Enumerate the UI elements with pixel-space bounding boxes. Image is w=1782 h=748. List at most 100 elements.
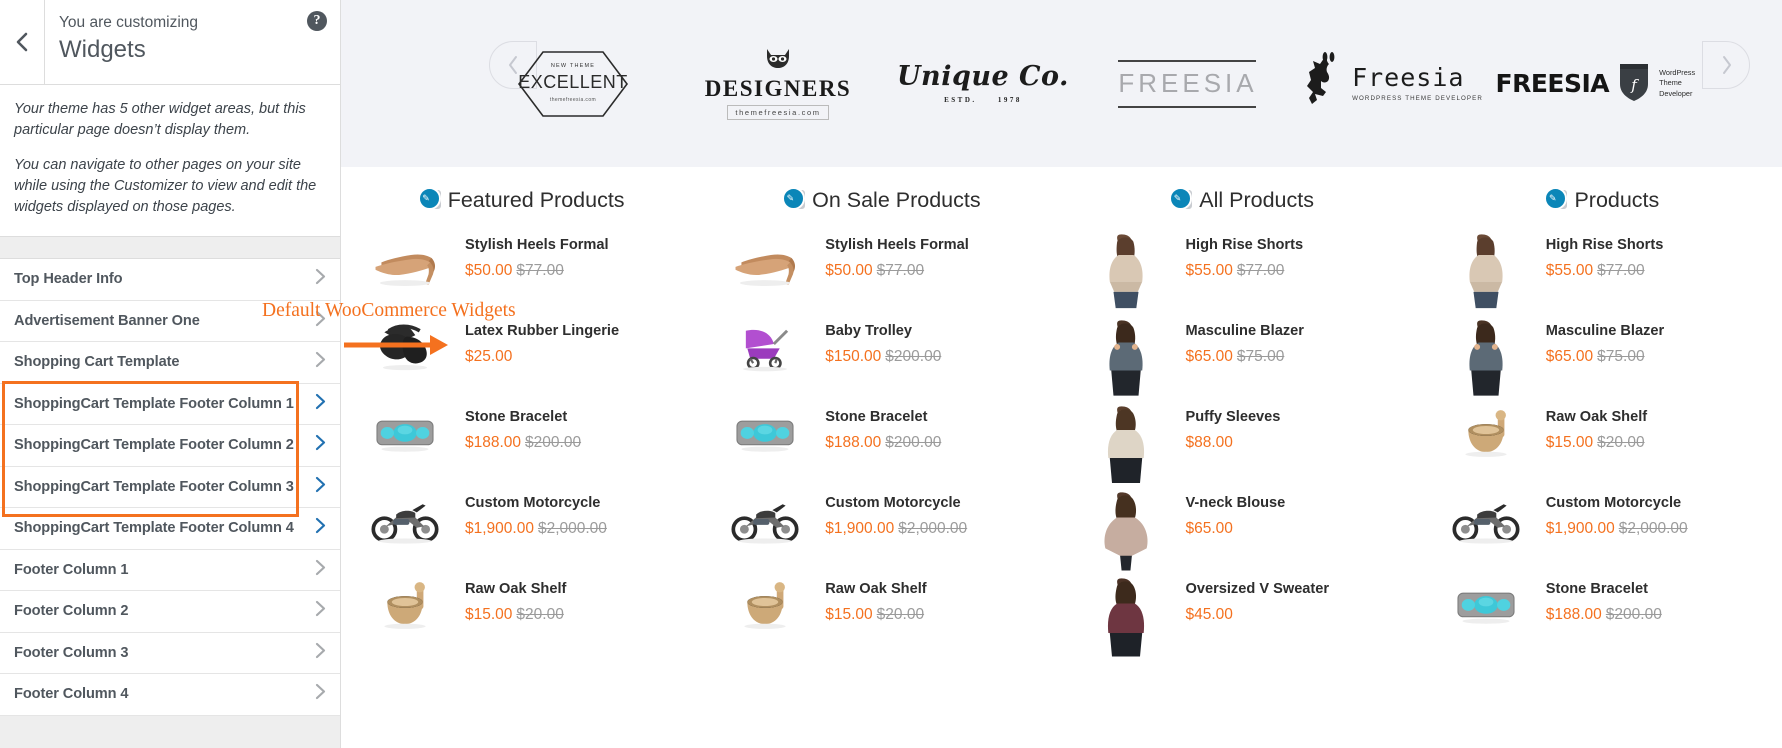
back-button[interactable]	[0, 0, 45, 84]
product-old-price: $77.00	[516, 261, 564, 279]
logo-estd-year: 1978	[997, 96, 1022, 105]
widget-title: All Products	[1199, 188, 1314, 212]
product-name: Puffy Sleeves	[1185, 409, 1281, 425]
model-blouse-image[interactable]	[1076, 488, 1176, 572]
logo-main-text: DESIGNERS	[704, 75, 852, 101]
notice-paragraph-1: Your theme has 5 other widget areas, but…	[14, 101, 306, 139]
sidebar-item-shoppingcart-footer-column-3[interactable]: ShoppingCart Template Footer Column 3	[0, 466, 340, 509]
stroller-image[interactable]	[715, 316, 815, 400]
motorcycle-image[interactable]	[355, 488, 455, 572]
sidebar-item-shoppingcart-footer-column-4[interactable]: ShoppingCart Template Footer Column 4	[0, 508, 340, 550]
product-row[interactable]: Raw Oak Shelf $15.00 $20.00	[1436, 402, 1774, 488]
hexagon-badge-icon: NEW THEME EXCELLENT themefreesia.com	[515, 48, 631, 120]
annotation-arrow-icon	[344, 335, 448, 355]
product-row[interactable]: Raw Oak Shelf $15.00 $20.00	[355, 574, 693, 660]
product-name: Custom Motorcycle	[825, 495, 961, 511]
brand-logo-designers[interactable]: DESIGNERS themefreesia.com	[676, 29, 881, 139]
chevron-right-icon	[1722, 56, 1731, 74]
customizer-sidebar: You are customizing Widgets ? Your theme…	[0, 0, 341, 748]
model-beige-image[interactable]	[1076, 230, 1176, 314]
product-row[interactable]: Puffy Sleeves $88.00	[1076, 402, 1414, 488]
widget-column: ✎ Featured Products Stylish Heels Formal $5…	[341, 187, 701, 748]
product-name: Stylish Heels Formal	[465, 237, 609, 253]
sidebar-item-footer-column-1[interactable]: Footer Column 1	[0, 549, 340, 592]
brand-logo-freesia-shield[interactable]: FREESIA f WordPress Theme Developer	[1496, 29, 1701, 139]
logo-main-text: EXCELLENT	[518, 71, 628, 92]
brand-logo-unique-co[interactable]: Unique Co. ESTD. 1978	[881, 29, 1086, 139]
motorcycle-image[interactable]	[1436, 488, 1536, 572]
mortar-image[interactable]	[355, 574, 455, 658]
product-list: Stylish Heels Formal $50.00 $77.00 Baby Tro…	[709, 230, 1053, 660]
mortar-image[interactable]	[1436, 402, 1536, 486]
bracelet-image[interactable]	[1436, 574, 1536, 658]
product-row[interactable]: V-neck Blouse $65.00	[1076, 488, 1414, 574]
edit-shortcut-icon[interactable]: ✎	[1169, 187, 1196, 214]
sidebar-item-label: Footer Column 1	[14, 561, 129, 578]
product-row[interactable]: Raw Oak Shelf $15.00 $20.00	[715, 574, 1053, 660]
carousel-next-button[interactable]	[1702, 41, 1750, 89]
product-row[interactable]: Custom Motorcycle $1,900.00 $2,000.00	[1436, 488, 1774, 574]
product-row[interactable]: Custom Motorcycle $1,900.00 $2,000.00	[715, 488, 1053, 574]
sidebar-item-label: Footer Column 2	[14, 603, 129, 620]
heels-image[interactable]	[715, 230, 815, 314]
product-row[interactable]: Custom Motorcycle $1,900.00 $2,000.00	[355, 488, 693, 574]
bracelet-image[interactable]	[355, 402, 455, 486]
chevron-right-icon	[315, 683, 326, 705]
woocommerce-widget-group: ShoppingCart Template Footer Column 1 Sh…	[0, 380, 340, 550]
product-current-price: $65.00	[1185, 347, 1233, 365]
product-row[interactable]: High Rise Shorts $55.00 $77.00	[1436, 230, 1774, 316]
product-price: $15.00 $20.00	[465, 606, 566, 624]
edit-shortcut-icon[interactable]: ✎	[1544, 187, 1571, 214]
model-maroon-image[interactable]	[1076, 574, 1176, 658]
motorcycle-image[interactable]	[715, 488, 815, 572]
product-price: $88.00	[1186, 434, 1281, 452]
sidebar-item-shoppingcart-footer-column-2[interactable]: ShoppingCart Template Footer Column 2	[0, 425, 340, 467]
edit-shortcut-icon[interactable]: ✎	[782, 187, 809, 214]
product-row[interactable]: Masculine Blazer $65.00 $75.00	[1436, 316, 1774, 402]
product-list: High Rise Shorts $55.00 $77.00 Masculine Bl…	[1430, 230, 1774, 660]
chevron-left-icon	[16, 32, 28, 52]
logo-bottom-text: themefreesia.com	[727, 105, 829, 121]
product-row[interactable]: Stone Bracelet $188.00 $200.00	[1436, 574, 1774, 660]
footer-widget-columns: ✎ Featured Products Stylish Heels Formal $5…	[341, 167, 1782, 748]
logo-top-text: NEW THEME	[550, 62, 596, 69]
sidebar-item-footer-column-3[interactable]: Footer Column 3	[0, 632, 340, 675]
bracelet-image[interactable]	[715, 402, 815, 486]
widget-header: ✎ On Sale Products	[709, 187, 1053, 214]
mortar-image[interactable]	[715, 574, 815, 658]
product-price: $1,900.00 $2,000.00	[825, 520, 967, 538]
edit-shortcut-icon[interactable]: ✎	[417, 187, 445, 214]
brand-logo-freesia-lines[interactable]: FREESIA	[1086, 29, 1291, 139]
widget-title: Products	[1574, 188, 1660, 212]
product-row[interactable]: Masculine Blazer $65.00 $75.00	[1076, 316, 1414, 402]
product-name: Stone Bracelet	[1545, 581, 1648, 597]
sidebar-item-label: ShoppingCart Template Footer Column 3	[14, 478, 294, 495]
brand-logo-carousel: NEW THEME EXCELLENT themefreesia.com DES…	[341, 0, 1782, 167]
product-row[interactable]: High Rise Shorts $55.00 $77.00	[1076, 230, 1414, 316]
sidebar-item-shoppingcart-footer-column-1[interactable]: ShoppingCart Template Footer Column 1	[0, 383, 340, 426]
sidebar-item-footer-column-2[interactable]: Footer Column 2	[0, 591, 340, 633]
chevron-right-icon	[315, 434, 326, 456]
model-gray-image[interactable]	[1076, 316, 1176, 400]
product-price: $50.00 $77.00	[465, 262, 609, 280]
product-name: High Rise Shorts	[1185, 237, 1304, 253]
sidebar-item-shopping-cart-template[interactable]: Shopping Cart Template	[0, 342, 340, 384]
help-icon[interactable]: ?	[307, 11, 327, 31]
product-name: Baby Trolley	[825, 323, 913, 339]
product-row[interactable]: Stone Bracelet $188.00 $200.00	[355, 402, 693, 488]
sidebar-item-label: Top Header Info	[14, 271, 123, 288]
product-row[interactable]: Oversized V Sweater $45.00	[1076, 574, 1414, 660]
product-row[interactable]: Stylish Heels Formal $50.00 $77.00	[715, 230, 1053, 316]
product-price: $188.00 $200.00	[465, 434, 581, 452]
model-cream-image[interactable]	[1076, 402, 1176, 486]
product-price: $15.00 $20.00	[1546, 434, 1647, 452]
product-row[interactable]: Stone Bracelet $188.00 $200.00	[715, 402, 1053, 488]
product-price: $1,900.00 $2,000.00	[1546, 520, 1688, 538]
brand-logo-freesia-lion[interactable]: Freesia WORDPRESS THEME DEVELOPER	[1291, 29, 1496, 139]
model-gray-image[interactable]	[1436, 316, 1536, 400]
sidebar-item-footer-column-4[interactable]: Footer Column 4	[0, 674, 340, 716]
product-row[interactable]: Baby Trolley $150.00 $200.00	[715, 316, 1053, 402]
model-beige-image[interactable]	[1436, 230, 1536, 314]
product-name: Stone Bracelet	[465, 409, 568, 425]
sidebar-item-top-header-info[interactable]: Top Header Info	[0, 259, 340, 301]
